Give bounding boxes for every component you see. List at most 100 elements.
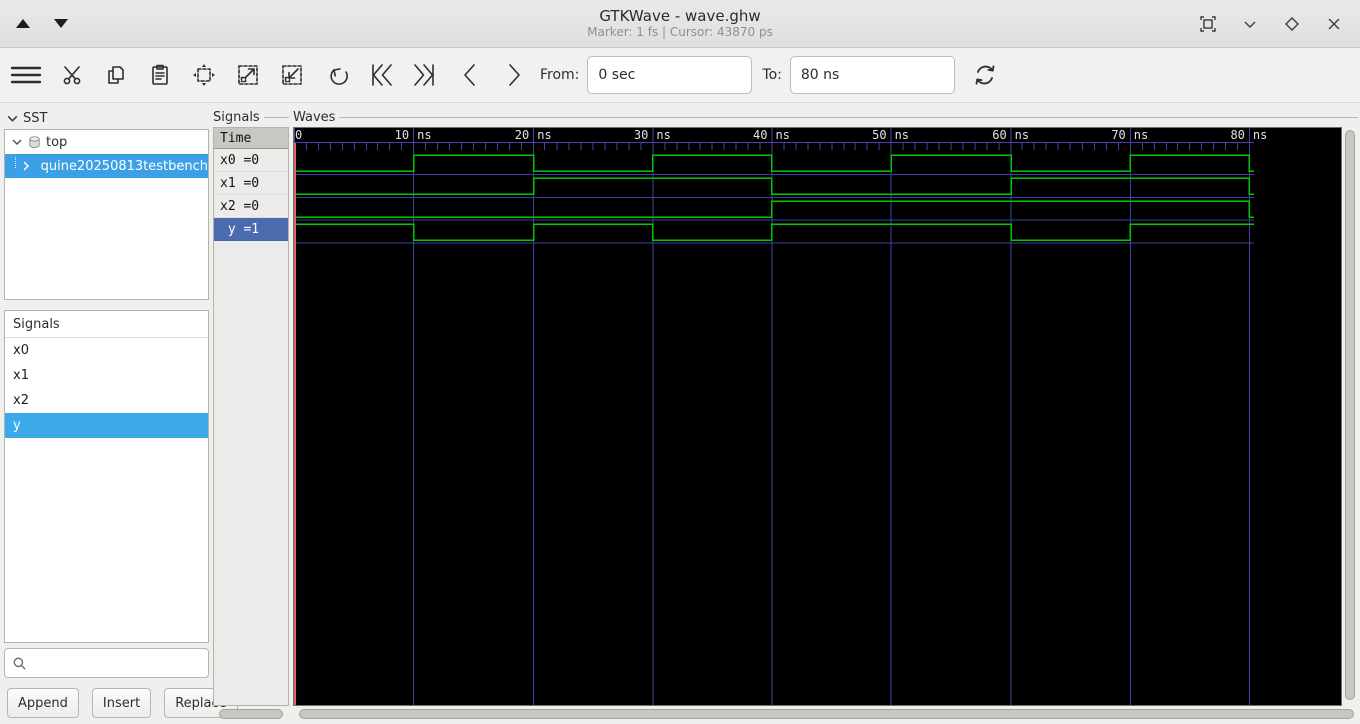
minimize-button[interactable]	[1236, 10, 1264, 38]
signal-list-header: Signals	[5, 311, 208, 338]
svg-text:60: 60	[992, 128, 1006, 142]
waves-panel: Waves 0 10 ns 20 ns 30 ns 40 ns 50 ns 60 ns 70 ns 80 ns	[291, 103, 1360, 724]
signal-search-list: Signals x0 x1 x2 y	[4, 310, 209, 643]
svg-text:10: 10	[395, 128, 409, 142]
svg-text:30: 30	[634, 128, 648, 142]
sst-label: SST	[23, 110, 48, 126]
svg-text:ns: ns	[1253, 128, 1267, 142]
close-button[interactable]	[1320, 10, 1348, 38]
close-icon	[1328, 18, 1340, 29]
zoom-fit-button[interactable]	[188, 57, 220, 93]
append-button[interactable]: Append	[7, 688, 79, 718]
chevron-down-icon	[1244, 21, 1256, 28]
diamond-icon	[1285, 16, 1299, 31]
search-input[interactable]	[33, 649, 208, 677]
shade-up-button[interactable]	[16, 19, 30, 28]
signal-search	[4, 648, 209, 678]
time-header: Time	[214, 128, 288, 149]
chevron-right-icon	[23, 161, 30, 171]
cut-icon	[63, 66, 81, 85]
list-item-x0[interactable]: x0	[5, 338, 208, 363]
signals-column: Signals Time x0 =0 x1 =0 x2 =0 y =1	[211, 103, 291, 724]
svg-text:ns: ns	[1134, 128, 1148, 142]
tree-item-top[interactable]: top	[5, 130, 208, 154]
expander[interactable]	[20, 160, 32, 172]
paste-icon	[152, 64, 168, 85]
tree-item-label: top	[46, 134, 68, 150]
signals-frame-label: Signals	[213, 109, 260, 125]
reload-icon	[975, 65, 995, 85]
svg-text:ns: ns	[895, 128, 909, 142]
zoom-out-button[interactable]	[276, 57, 308, 93]
svg-text:ns: ns	[537, 128, 551, 142]
tree-connector	[15, 156, 17, 168]
paste-button[interactable]	[144, 57, 176, 93]
svg-text:40: 40	[753, 128, 767, 142]
skip-to-start-icon	[372, 64, 392, 86]
svg-text:ns: ns	[656, 128, 670, 142]
undo-icon	[330, 68, 348, 85]
zoom-in-icon	[238, 65, 258, 85]
expander[interactable]	[11, 136, 23, 148]
svg-text:ns: ns	[417, 128, 431, 142]
hierarchy-cylinder-icon	[29, 135, 40, 148]
waves-vscrollbar[interactable]	[1342, 127, 1358, 706]
reload-button[interactable]	[969, 57, 1001, 93]
go-to-start-button[interactable]	[366, 57, 398, 93]
chevron-down-icon	[7, 115, 18, 122]
signal-values-box: Time x0 =0 x1 =0 x2 =0 y =1	[213, 127, 289, 706]
zoom-out-icon	[282, 65, 302, 85]
undo-button[interactable]	[322, 57, 354, 93]
zoom-fit-icon	[193, 64, 215, 86]
fit-window-button[interactable]	[1194, 10, 1222, 38]
svg-text:ns: ns	[1015, 128, 1029, 142]
prev-edge-button[interactable]	[454, 57, 486, 93]
signal-row-y[interactable]: y =1	[214, 218, 288, 241]
list-item-x2[interactable]: x2	[5, 388, 208, 413]
skip-to-end-icon	[414, 64, 434, 86]
zoom-in-button[interactable]	[232, 57, 264, 93]
svg-text:70: 70	[1111, 128, 1125, 142]
svg-text:ns: ns	[775, 128, 789, 142]
signals-column-hscrollbar[interactable]	[213, 706, 289, 722]
from-label: From:	[540, 67, 580, 83]
wave-canvas[interactable]: 0 10 ns 20 ns 30 ns 40 ns 50 ns 60 ns 70 ns 80 ns	[293, 127, 1342, 706]
sst-tree: top quine20250813testbench	[4, 129, 209, 300]
svg-text:80: 80	[1230, 128, 1244, 142]
signal-row-x1[interactable]: x1 =0	[214, 172, 288, 195]
title-bar: GTKWave - wave.ghw Marker: 1 fs | Cursor…	[0, 0, 1360, 48]
sst-panel: SST top quine20250813testbench Signals x…	[0, 103, 238, 724]
waves-frame-label: Waves	[293, 109, 336, 125]
svg-text:50: 50	[872, 128, 886, 142]
list-item-y[interactable]: y	[5, 413, 208, 438]
go-to-end-button[interactable]	[408, 57, 440, 93]
main-area: SST top quine20250813testbench Signals x…	[0, 103, 1360, 724]
chevron-down-icon	[12, 139, 22, 146]
list-item-x1[interactable]: x1	[5, 363, 208, 388]
sst-expander[interactable]	[6, 112, 19, 125]
to-label: To:	[762, 67, 782, 83]
chevron-left-icon	[464, 64, 475, 86]
copy-icon	[108, 66, 124, 84]
tree-item-testbench[interactable]: quine20250813testbench	[5, 154, 208, 178]
tree-item-label: quine20250813testbench	[40, 158, 208, 174]
svg-text:20: 20	[515, 128, 529, 142]
to-input[interactable]	[789, 56, 955, 94]
fit-window-icon	[1200, 15, 1216, 32]
shade-down-button[interactable]	[54, 19, 68, 28]
svg-text:0: 0	[295, 128, 302, 142]
signal-actions: Append Insert Replace	[4, 688, 238, 718]
window-title: GTKWave - wave.ghw	[599, 6, 761, 25]
cut-button[interactable]	[56, 57, 88, 93]
from-input[interactable]	[587, 56, 753, 94]
signal-row-x2[interactable]: x2 =0	[214, 195, 288, 218]
signal-row-x0[interactable]: x0 =0	[214, 149, 288, 172]
search-icon	[13, 657, 26, 670]
insert-button[interactable]: Insert	[91, 688, 152, 718]
waves-hscrollbar[interactable]	[293, 706, 1358, 722]
menu-icon	[10, 66, 42, 84]
maximize-button[interactable]	[1278, 10, 1306, 38]
copy-button[interactable]	[100, 57, 132, 93]
next-edge-button[interactable]	[498, 57, 530, 93]
menu-button[interactable]	[10, 57, 42, 93]
